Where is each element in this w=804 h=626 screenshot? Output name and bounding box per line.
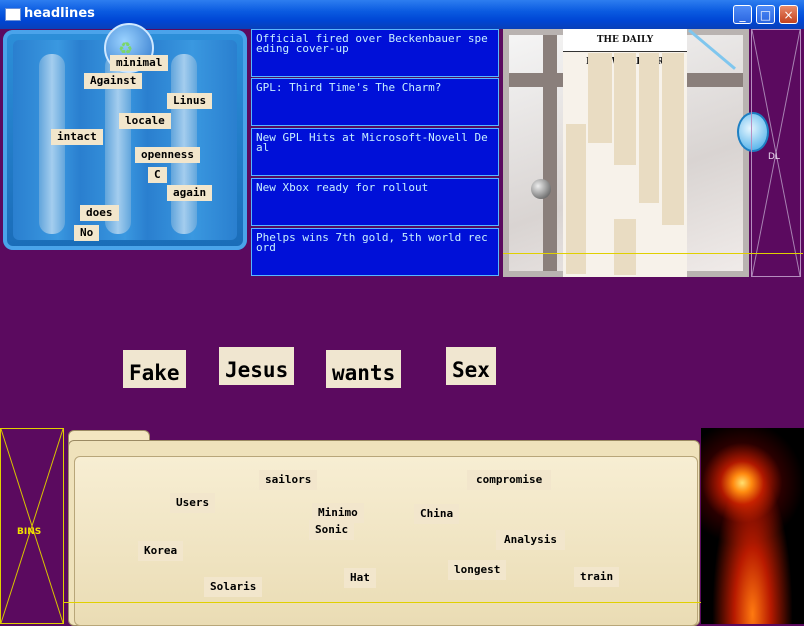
close-button[interactable]: × xyxy=(779,5,798,24)
decor-bar xyxy=(171,54,197,234)
word-tile[interactable]: Analysis xyxy=(496,530,565,550)
word-folder xyxy=(66,430,700,626)
headline-item[interactable]: Phelps wins 7th gold, 5th world record xyxy=(251,228,499,276)
word-tile[interactable]: C xyxy=(148,167,167,183)
sentence-word[interactable]: Jesus xyxy=(219,347,295,385)
sentence-word[interactable]: Fake xyxy=(123,350,186,388)
word-tile[interactable]: does xyxy=(80,205,119,221)
window-knob-icon xyxy=(531,179,551,199)
word-tile[interactable]: locale xyxy=(119,113,171,129)
word-tile[interactable]: intact xyxy=(51,129,103,145)
word-tile[interactable]: compromise xyxy=(467,470,552,490)
app-icon xyxy=(5,8,21,21)
bins-drop-zone[interactable]: BINS xyxy=(0,428,64,624)
divider-line xyxy=(503,253,803,254)
headline-item[interactable]: GPL: Third Time's The Charm? xyxy=(251,78,499,126)
minimize-button[interactable]: _ xyxy=(733,5,752,24)
headline-item[interactable]: Official fired over Beckenbauer speeding… xyxy=(251,29,499,77)
sentence-word[interactable]: Sex xyxy=(446,347,496,385)
newspaper-column xyxy=(614,53,636,165)
word-tile[interactable]: No xyxy=(74,225,100,241)
bins-cross-icon xyxy=(1,429,63,623)
window-title: headlines xyxy=(24,6,95,21)
word-tile[interactable]: China xyxy=(414,504,460,524)
word-tile[interactable]: Hat xyxy=(344,568,376,588)
headline-item[interactable]: New GPL Hits at Microsoft-Novell Deal xyxy=(251,128,499,176)
word-tile[interactable]: Sonic xyxy=(309,520,355,540)
word-tile[interactable]: Users xyxy=(170,493,216,513)
word-tile[interactable]: Linus xyxy=(167,93,213,109)
word-tile[interactable]: again xyxy=(167,185,213,201)
dl-drop-zone[interactable]: DL xyxy=(751,29,801,277)
word-tile[interactable]: minimal xyxy=(110,55,169,71)
newspaper-column xyxy=(662,53,684,225)
window-mullion xyxy=(543,35,557,271)
newspaper-column xyxy=(614,219,636,275)
headline-item[interactable]: New Xbox ready for rollout xyxy=(251,178,499,226)
word-tile[interactable]: Against xyxy=(84,73,143,89)
dl-label: DL xyxy=(768,152,780,162)
fire-trash-icon[interactable] xyxy=(701,428,804,624)
newspaper[interactable]: THE DAILY FISHWRAPPER xyxy=(563,29,687,277)
newspaper-column xyxy=(588,53,612,143)
word-tile[interactable]: Korea xyxy=(138,541,184,561)
sentence-word[interactable]: wants xyxy=(326,350,402,388)
newspaper-column xyxy=(639,53,659,203)
word-tile[interactable]: train xyxy=(574,567,620,587)
divider-line xyxy=(64,602,704,603)
newspaper-column xyxy=(566,124,586,274)
word-tile[interactable]: longest xyxy=(448,560,507,580)
word-tile[interactable]: sailors xyxy=(259,470,318,490)
word-tile[interactable]: openness xyxy=(135,147,200,163)
newspaper-masthead: THE DAILY FISHWRAPPER xyxy=(563,29,687,67)
word-tile[interactable]: Solaris xyxy=(204,577,263,597)
maximize-button[interactable]: □ xyxy=(756,5,775,24)
bins-label: BINS xyxy=(17,527,42,537)
